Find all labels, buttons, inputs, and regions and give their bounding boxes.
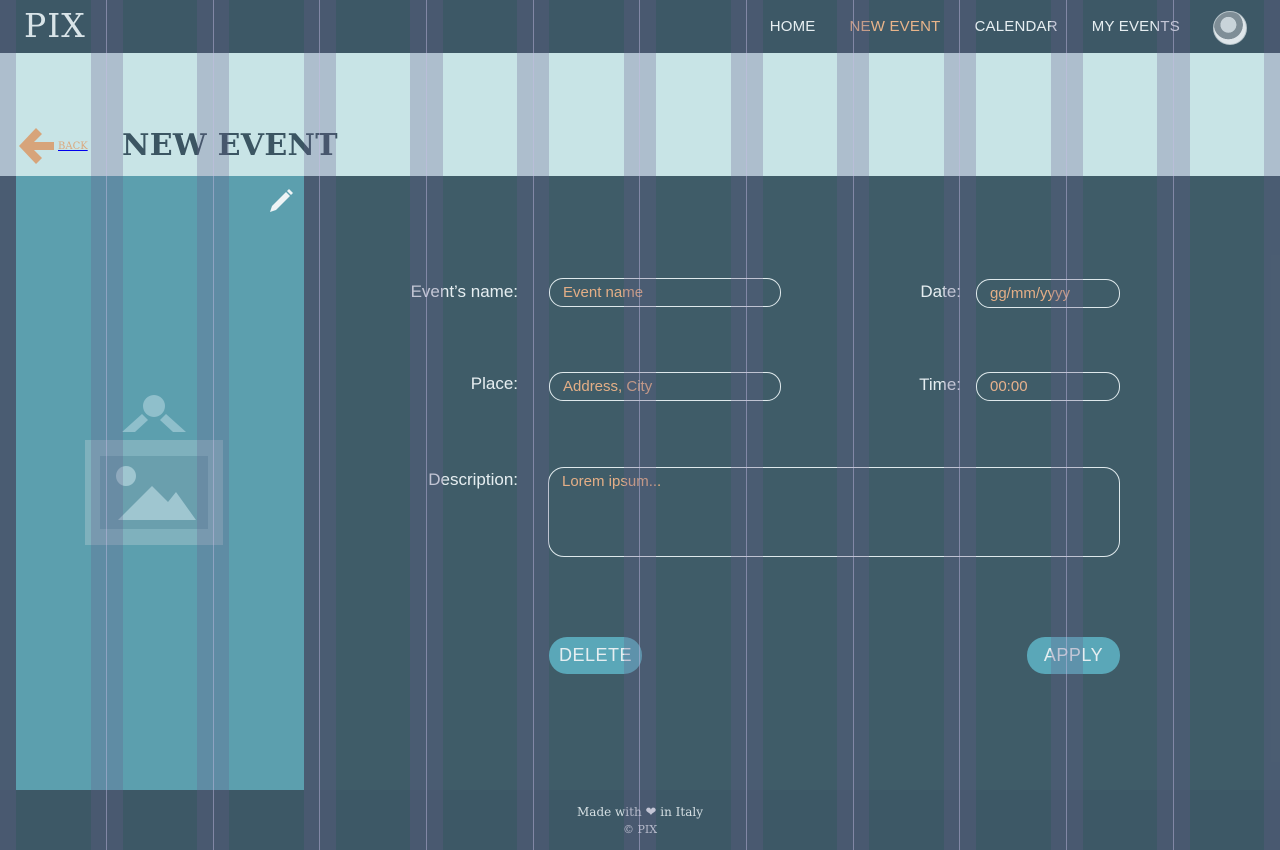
- time-label: Time:: [919, 375, 961, 394]
- made-with-text: Made with ❤ in Italy: [577, 805, 703, 820]
- nav-my-events[interactable]: MY EVENTS: [1092, 18, 1180, 35]
- event-name-input[interactable]: [549, 278, 781, 307]
- event-name-label: Event’s name:: [410, 282, 518, 301]
- heart-icon: ❤: [645, 805, 657, 820]
- description-textarea[interactable]: [548, 467, 1120, 557]
- back-button[interactable]: BACK: [16, 125, 88, 167]
- nav-new-event[interactable]: NEW EVENT: [850, 18, 941, 35]
- date-label: Date:: [920, 282, 961, 301]
- page-title: NEW EVENT: [122, 128, 338, 163]
- page-footer: Made with ❤ in Italy © PIX: [0, 790, 1280, 850]
- image-placeholder-icon: [84, 394, 224, 550]
- time-input[interactable]: [976, 372, 1120, 401]
- apply-button[interactable]: APPLY: [1027, 637, 1120, 674]
- app-logo[interactable]: PIX: [24, 6, 86, 45]
- arrow-left-icon: [19, 128, 54, 164]
- delete-button[interactable]: DELETE: [549, 637, 642, 674]
- pencil-icon: [270, 189, 293, 212]
- nav-home[interactable]: HOME: [770, 18, 816, 35]
- date-input[interactable]: [976, 279, 1120, 308]
- description-label: Description:: [428, 470, 518, 489]
- place-input[interactable]: [549, 372, 781, 401]
- top-navbar: PIX HOME NEW EVENT CALENDAR MY EVENTS: [0, 0, 1280, 53]
- nav-calendar[interactable]: CALENDAR: [974, 18, 1057, 35]
- user-avatar[interactable]: [1213, 11, 1247, 45]
- copyright-text: © PIX: [622, 823, 658, 836]
- back-label: BACK: [58, 140, 88, 152]
- main-nav: HOME NEW EVENT CALENDAR MY EVENTS: [736, 0, 1180, 53]
- place-label: Place:: [470, 374, 518, 393]
- edit-image-button[interactable]: [264, 186, 296, 218]
